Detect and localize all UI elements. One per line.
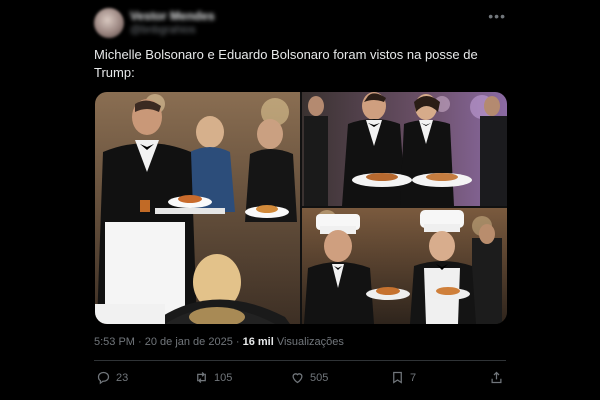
author-name[interactable]: Vestor Mendes <box>130 9 215 23</box>
retweet-icon <box>197 372 206 383</box>
more-options-icon[interactable]: ••• <box>488 8 506 24</box>
views-count: 16 mil <box>242 336 274 348</box>
tweet: Vestor Mendes @bnbgrahios ••• Michelle B… <box>82 0 518 400</box>
reply-icon <box>97 371 110 385</box>
media-image-waiter-serving[interactable] <box>95 92 300 324</box>
author-handle[interactable]: @bnbgrahios <box>130 24 196 36</box>
media-image-chefs-with-plates[interactable] <box>302 208 507 324</box>
bookmark-button[interactable]: 7 <box>390 370 416 385</box>
screenshot-frame: Vestor Mendes @bnbgrahios ••• Michelle B… <box>0 0 600 400</box>
like-count: 505 <box>310 371 329 384</box>
bookmark-icon <box>393 371 402 384</box>
divider <box>94 360 506 361</box>
tweet-text: Michelle Bolsonaro e Eduardo Bolsonaro f… <box>94 47 478 80</box>
bookmark-count: 7 <box>410 371 417 384</box>
heart-icon <box>292 373 303 384</box>
timestamp[interactable]: 5:53 PM · 20 de jan de 2025 · <box>94 336 243 348</box>
retweet-button[interactable]: 105 <box>194 370 232 385</box>
action-bar: 23 105 505 7 <box>94 370 506 390</box>
tweet-meta: 5:53 PM · 20 de jan de 2025 · 16 mil Vis… <box>94 336 344 348</box>
reply-button[interactable]: 23 <box>96 370 128 385</box>
share-button[interactable] <box>489 370 504 385</box>
tweet-media[interactable] <box>95 92 507 324</box>
reply-count: 23 <box>116 371 129 384</box>
share-icon <box>491 371 502 384</box>
media-image-waiters-with-trays[interactable] <box>302 92 507 206</box>
avatar[interactable] <box>94 8 124 38</box>
like-button[interactable]: 505 <box>290 370 328 385</box>
retweet-count: 105 <box>214 371 233 384</box>
views-label: Visualizações <box>273 336 344 348</box>
